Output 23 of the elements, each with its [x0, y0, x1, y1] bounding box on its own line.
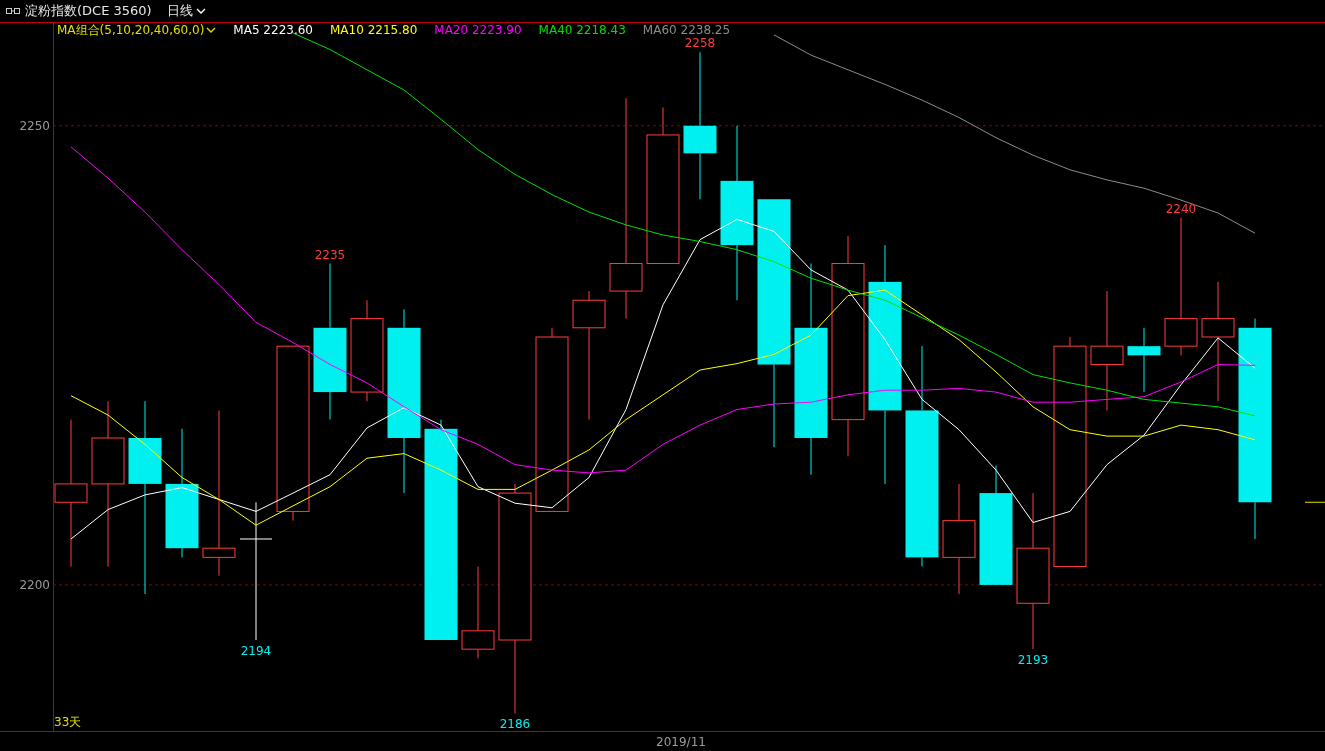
axis-label: 2200: [19, 577, 50, 592]
price-annotation: 2194: [240, 644, 272, 658]
candlestick: [1127, 327, 1161, 393]
legend-label: MA10 2215.80: [330, 23, 418, 37]
price-annotation: 2235: [314, 247, 346, 262]
chevron-down-icon: [206, 27, 217, 33]
price-annotation: 2186: [499, 717, 531, 732]
legend-label: MA20 2223.90: [434, 23, 522, 37]
legend-label: MA5 2223.60: [233, 23, 313, 37]
price-annotation: 2193: [1017, 653, 1049, 668]
axis-label: 2250: [19, 118, 50, 133]
legend-label: MA40 2218.43: [538, 23, 626, 37]
bar-count-label: 33天: [54, 714, 82, 731]
instrument-title: 淀粉指数(DCE 3560): [25, 2, 152, 20]
last-price-marker: [1304, 501, 1325, 503]
price-annotation: 2240: [1165, 201, 1197, 216]
period-dropdown[interactable]: 日线: [156, 2, 206, 20]
chevron-down-icon: [195, 8, 206, 14]
indicator-dropdown[interactable]: MA组合(5,10,20,40,60,0): [57, 21, 217, 39]
link-icon: [6, 8, 20, 14]
axis-label: 2019/11: [656, 735, 706, 749]
legend-label: MA60 2238.25: [642, 23, 731, 37]
price-annotation: 2258: [684, 36, 716, 51]
